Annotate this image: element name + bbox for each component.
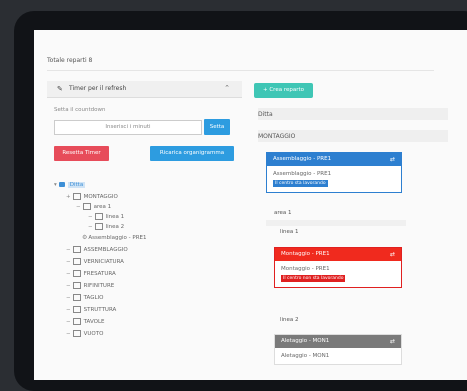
link-icon[interactable]: ⇄: [390, 248, 395, 261]
grid-icon: [72, 306, 81, 313]
wrench-icon: ✎: [57, 85, 63, 93]
tree-root[interactable]: ▾ Ditta: [54, 181, 86, 189]
card-header: Montaggio - PRE1 ⇄: [275, 248, 401, 261]
reset-timer-button[interactable]: Resetta Timer: [54, 146, 109, 161]
card-title: Aletaggio - MON1: [281, 338, 330, 344]
reload-organigram-button[interactable]: Ricarica organigramma: [150, 146, 234, 161]
grid-icon: [72, 193, 81, 200]
countdown-label: Setta il countdown: [54, 107, 106, 113]
tree-node[interactable]: − RIFINITURE: [66, 282, 114, 290]
card-header: Assemblaggio - PRE1 ⇄: [267, 153, 401, 166]
minutes-input[interactable]: Inserisci i minuti: [54, 120, 202, 135]
tree-node[interactable]: − linea 2: [88, 223, 124, 231]
chevron-up-icon[interactable]: ⌃: [224, 84, 230, 92]
grid-icon: [94, 213, 103, 220]
tree-node[interactable]: − TAVOLE: [66, 318, 105, 326]
status-badge: Il centro non sta lavorando: [281, 275, 346, 282]
tree-node[interactable]: + MONTAGGIO: [66, 193, 118, 201]
tree-node[interactable]: − FRESATURA: [66, 270, 116, 278]
status-badge: Il centro sta lavorando: [273, 180, 328, 187]
center-card[interactable]: Montaggio - PRE1 ⇄ Montaggio - PRE1 Il ce…: [274, 247, 402, 288]
org-root-label: Ditta: [258, 111, 273, 118]
card-title: Assemblaggio - PRE1: [273, 156, 332, 162]
card-line: Aletaggio - MON1: [281, 353, 330, 359]
department-tree: ▾ Ditta + MONTAGGIO − area 1 − linea 1 − line…: [48, 176, 248, 376]
app-screen: Totale reparti 8 ✎ Timer per il refresh …: [34, 30, 467, 380]
tree-node[interactable]: − ASSEMBLAGGIO: [66, 246, 128, 254]
tree-node[interactable]: − VERNICIATURA: [66, 258, 124, 266]
card-line: Assemblaggio - PRE1: [273, 171, 332, 177]
tree-node[interactable]: − area 1: [76, 203, 111, 211]
card-title: Montaggio - PRE1: [281, 251, 330, 257]
area-label: area 1: [274, 210, 292, 216]
tree-node[interactable]: − linea 1: [88, 213, 124, 221]
grid-icon: [72, 294, 81, 301]
folder-icon: [58, 182, 65, 187]
grid-icon: [72, 246, 81, 253]
tree-node[interactable]: ⚙Assemblaggio - PRE1: [82, 234, 146, 242]
totale-reparti: Totale reparti 8: [47, 57, 93, 64]
grid-icon: [72, 270, 81, 277]
divider: [47, 70, 434, 71]
tree-node[interactable]: − TAGLIO: [66, 294, 104, 302]
org-root-band: [258, 108, 448, 120]
timer-title: Timer per il refresh: [69, 85, 127, 92]
grid-icon: [72, 330, 81, 337]
link-icon[interactable]: ⇄: [390, 335, 395, 348]
line2-label: linea 2: [280, 317, 299, 323]
center-card[interactable]: Assemblaggio - PRE1 ⇄ Assemblaggio - PRE1…: [266, 152, 402, 193]
grid-icon: [72, 258, 81, 265]
area-band: [266, 220, 406, 226]
link-icon[interactable]: ⇄: [390, 153, 395, 166]
tree-node[interactable]: − STRUTTURA: [66, 306, 116, 314]
grid-icon: [72, 318, 81, 325]
org-dept-label: MONTAGGIO: [258, 133, 296, 140]
set-button[interactable]: Setta: [204, 119, 230, 135]
card-header: Aletaggio - MON1 ⇄: [275, 335, 401, 348]
gear-icon: ⚙: [82, 234, 88, 241]
grid-icon: [94, 223, 103, 230]
create-department-button[interactable]: + Crea reparto: [254, 83, 313, 98]
grid-icon: [72, 282, 81, 289]
timer-panel-header[interactable]: ✎ Timer per il refresh ⌃: [47, 81, 242, 98]
line1-label: linea 1: [280, 229, 299, 235]
grid-icon: [82, 203, 91, 210]
card-line: Montaggio - PRE1: [281, 266, 330, 272]
center-card[interactable]: Aletaggio - MON1 ⇄ Aletaggio - MON1: [274, 334, 402, 365]
tree-node[interactable]: − VUOTO: [66, 330, 103, 338]
